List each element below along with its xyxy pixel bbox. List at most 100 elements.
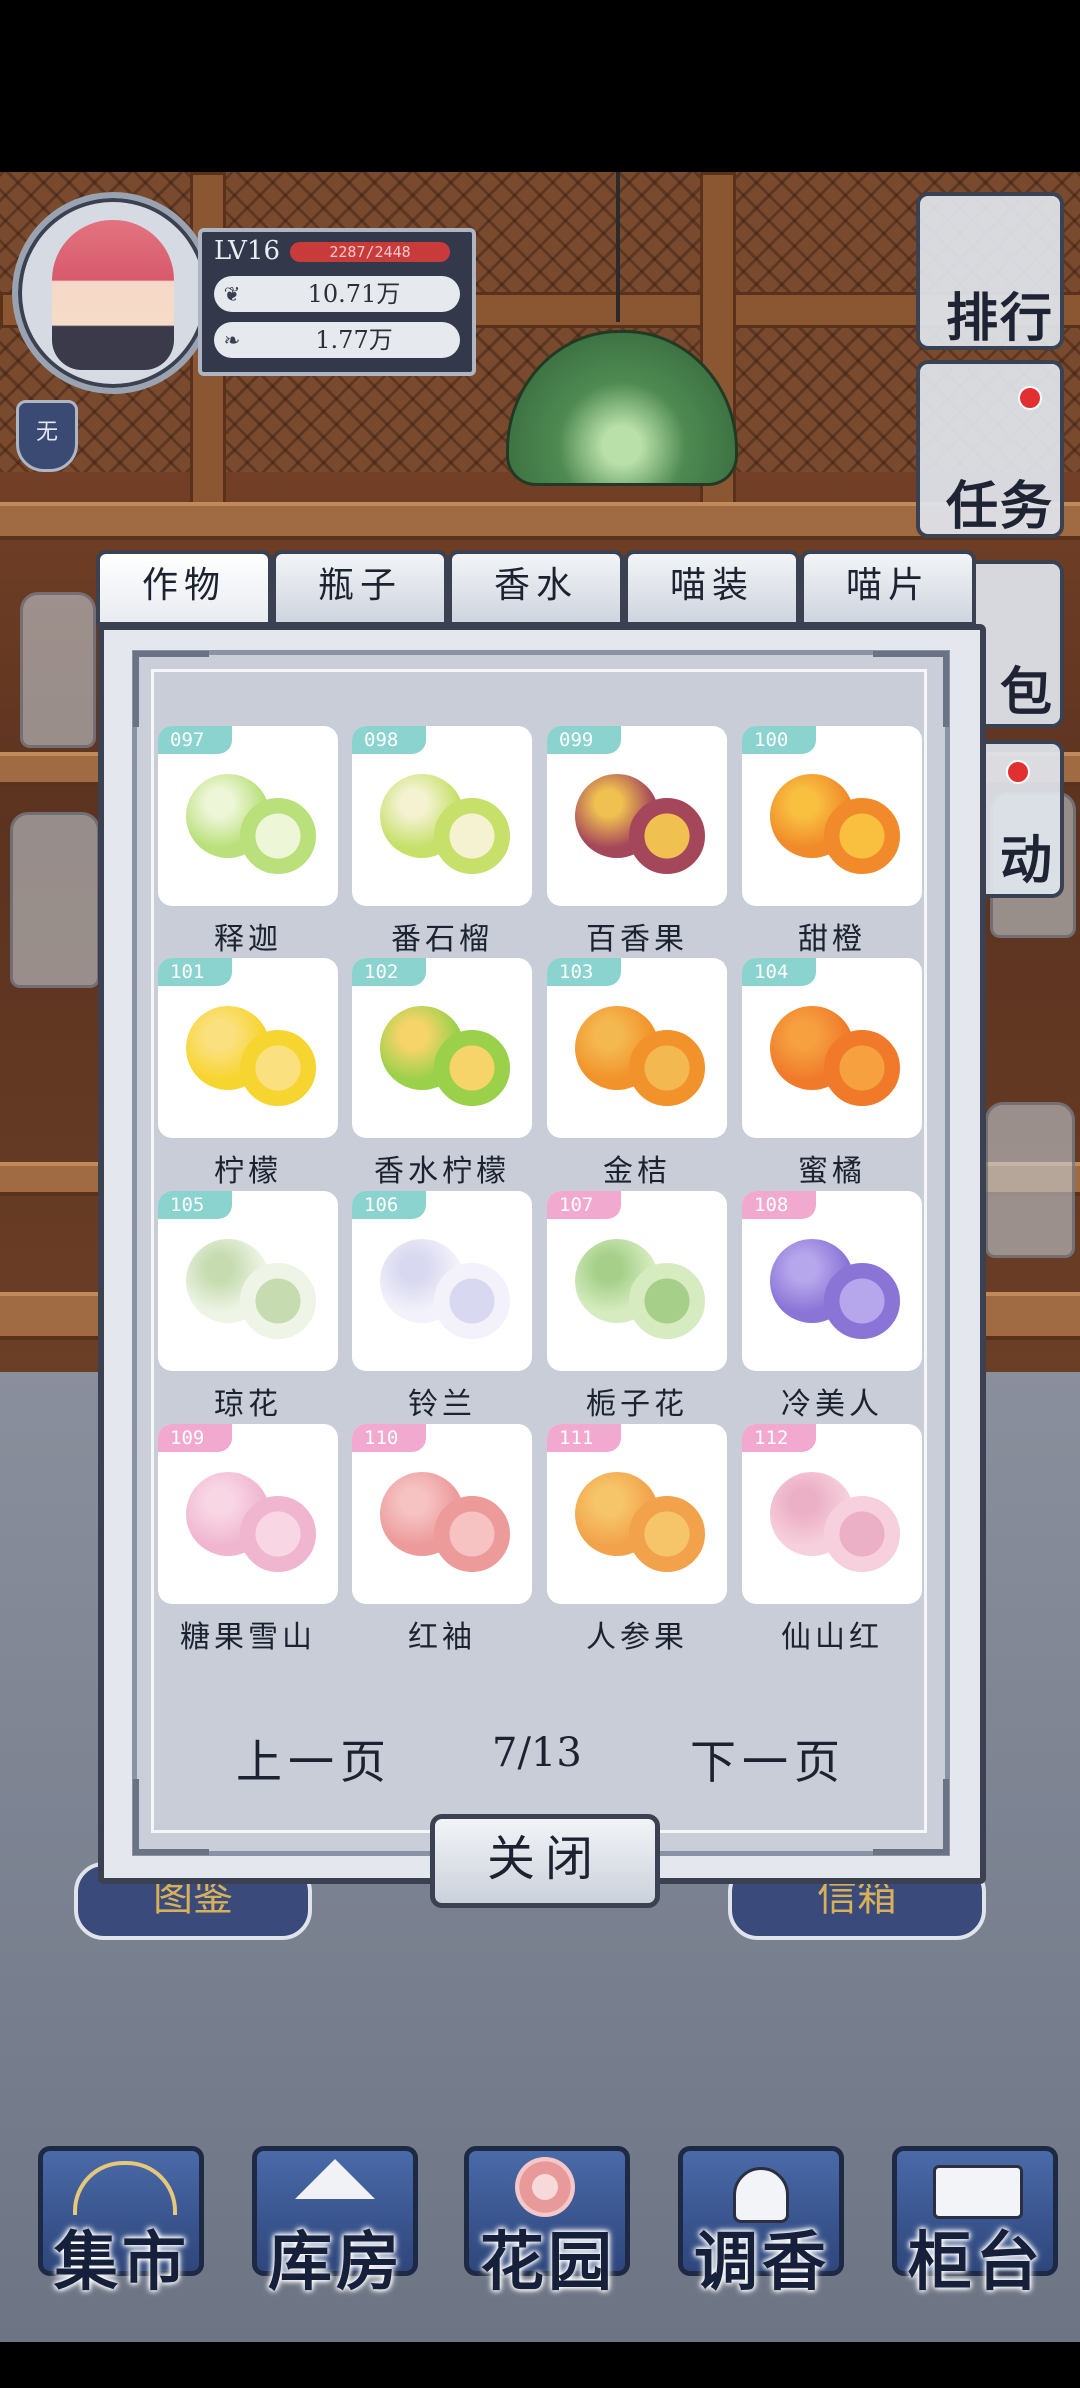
item-number-tag: 097 [158,726,232,754]
system-nav-bar [0,2342,1080,2388]
currency-2-value: 1.77万 [315,326,393,354]
tab-bottles[interactable]: 瓶子 [272,550,448,626]
passion-fruit-icon [571,756,705,888]
item-name: 铃兰 [408,1387,476,1422]
item-number-tag: 098 [352,726,426,754]
close-button[interactable]: 关闭 [430,1814,660,1908]
nav-market-label: 集市 [54,2225,190,2300]
item-number-tag: 099 [547,726,621,754]
warehouse-icon [295,2159,375,2199]
item-name: 释迦 [214,922,282,957]
sugar-apple-icon [182,756,316,888]
nav-perfume-label: 调香 [694,2225,830,2300]
nav-garden-label: 花园 [480,2225,616,2300]
nav-market[interactable]: 集市 [38,2146,204,2300]
ginseng-fruit-icon [571,1454,705,1586]
item-card[interactable]: 100 [742,726,922,906]
kumquat-icon [571,988,705,1120]
nav-warehouse-label: 库房 [268,2225,404,2300]
item-number-tag: 101 [158,958,232,986]
item-card[interactable]: 106 [352,1191,532,1371]
player-level: LV16 [214,236,281,266]
ranking-button[interactable]: 排行 [916,192,1064,350]
item-card[interactable]: 112 [742,1424,922,1604]
lemon-icon [182,988,316,1120]
item-name: 甜橙 [798,922,866,957]
item-card[interactable]: 103 [547,958,727,1138]
nav-garden[interactable]: 花园 [464,2146,630,2300]
next-page-button[interactable]: 下一页 [690,1726,846,1792]
item-name: 蜜橘 [798,1154,866,1189]
item-name: 冷美人 [781,1387,883,1422]
status-badge[interactable]: 无 [16,400,78,472]
item-name: 香水柠檬 [374,1154,510,1189]
item-card[interactable]: 098 [352,726,532,906]
page-number: 7/13 [492,1730,582,1776]
player-profile[interactable]: LV16 2287/2448 ❦ 10.71万 ❧ 1.77万 [12,192,476,394]
tab-perfume[interactable]: 香水 [448,550,624,626]
frame-corner [873,651,949,727]
item-number-tag: 111 [547,1424,621,1452]
frame-corner [133,651,209,727]
item-card[interactable]: 101 [158,958,338,1138]
item-card[interactable]: 105 [158,1191,338,1371]
notification-dot [1006,760,1030,784]
avatar[interactable] [12,192,214,394]
item-name: 人参果 [586,1620,688,1655]
ranking-label: 排行 [945,288,1054,349]
guava-icon [376,756,510,888]
petal-icon: ❦ [223,282,241,306]
item-number-tag: 108 [742,1191,816,1219]
market-gate-icon [73,2161,177,2215]
nav-perfume[interactable]: 调香 [678,2146,844,2300]
item-card[interactable]: 108 [742,1191,922,1371]
orchid-icon [766,1454,900,1586]
item-name: 琼花 [214,1387,282,1422]
item-card[interactable]: 107 [547,1191,727,1371]
tab-crops[interactable]: 作物 [96,550,272,626]
item-card[interactable]: 111 [547,1424,727,1604]
gardenia-icon [571,1221,705,1353]
item-name: 百香果 [586,922,688,957]
bag-label: 包 [999,662,1054,723]
currency-row-1: ❦ 10.71万 [214,276,460,312]
player-info-panel: LV16 2287/2448 ❦ 10.71万 ❧ 1.77万 [198,228,476,376]
item-number-tag: 107 [547,1191,621,1219]
currency-row-2: ❧ 1.77万 [214,322,460,358]
notification-dot [1018,386,1042,410]
item-card[interactable]: 099 [547,726,727,906]
nav-counter-label: 柜台 [908,2225,1044,2300]
nav-warehouse[interactable]: 库房 [252,2146,418,2300]
item-number-tag: 102 [352,958,426,986]
jar [985,1102,1075,1258]
item-number-tag: 110 [352,1424,426,1452]
item-card[interactable]: 109 [158,1424,338,1604]
tasks-button[interactable]: 任务 [916,360,1064,538]
item-card[interactable]: 102 [352,958,532,1138]
orange-icon [766,756,900,888]
currency-1-value: 10.71万 [307,280,401,308]
purple-rose-icon [766,1221,900,1353]
tasks-label: 任务 [945,476,1054,537]
item-name: 柠檬 [214,1154,282,1189]
tab-cat-cards[interactable]: 喵片 [800,550,976,626]
xp-text: 2287/2448 [329,243,411,261]
prev-page-button[interactable]: 上一页 [236,1726,392,1792]
item-name: 金桔 [603,1154,671,1189]
item-number-tag: 112 [742,1424,816,1452]
events-label: 动 [999,830,1054,891]
item-number-tag: 104 [742,958,816,986]
tangerine-icon [766,988,900,1120]
item-card[interactable]: 104 [742,958,922,1138]
avatar-portrait [52,220,174,370]
item-card[interactable]: 097 [158,726,338,906]
nav-counter[interactable]: 柜台 [892,2146,1058,2300]
category-tabs: 作物 瓶子 香水 喵装 喵片 [96,550,976,626]
item-name: 番石榴 [391,922,493,957]
frame-corner [133,1779,209,1855]
jar [20,592,96,748]
tab-cat-outfits[interactable]: 喵装 [624,550,800,626]
item-card[interactable]: 110 [352,1424,532,1604]
item-name: 糖果雪山 [180,1620,316,1655]
xp-bar: 2287/2448 [290,242,450,262]
